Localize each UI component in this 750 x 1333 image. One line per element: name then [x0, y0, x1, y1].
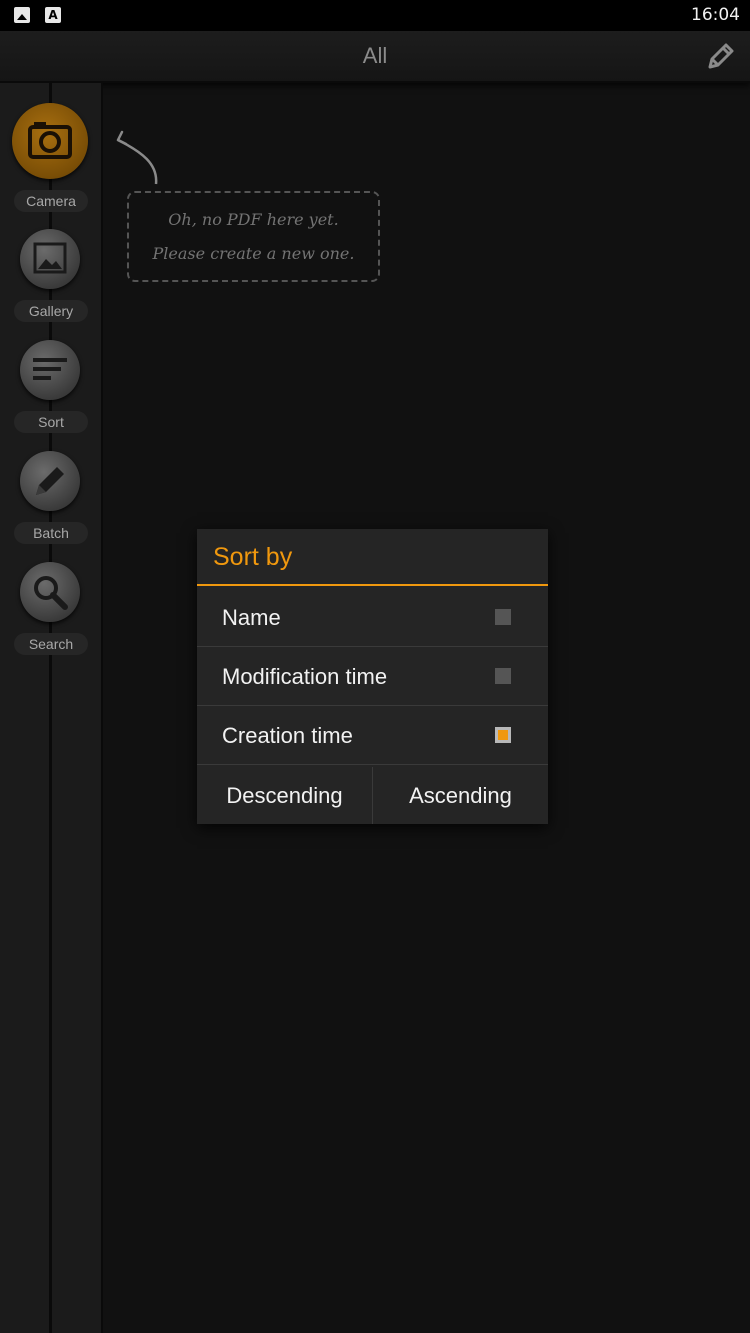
radio-indicator-checked[interactable]	[495, 727, 511, 743]
top-bar: All	[0, 31, 750, 83]
empty-state-message: Oh, no PDF here yet. Please create a new…	[127, 191, 380, 282]
font-notification-icon	[45, 7, 61, 23]
sidebar-item-search[interactable]: Search	[0, 562, 101, 667]
empty-state-line-2: Please create a new one.	[152, 244, 355, 263]
radio-indicator[interactable]	[495, 609, 511, 625]
image-icon	[33, 242, 67, 274]
sidebar-item-camera[interactable]: Camera	[0, 103, 101, 212]
sort-option-label: Modification time	[222, 664, 388, 689]
gallery-notification-icon	[14, 7, 30, 23]
pencil-icon	[36, 467, 64, 495]
sort-lines-icon	[33, 358, 67, 380]
sidebar-item-label: Sort	[14, 411, 88, 433]
sort-button[interactable]	[20, 340, 80, 400]
edit-pencil-icon[interactable]	[704, 39, 738, 73]
sidebar-item-sort[interactable]: Sort	[0, 340, 101, 445]
sidebar-item-label: Search	[14, 633, 88, 655]
sidebar-item-label: Camera	[14, 190, 88, 212]
curved-arrow-icon	[116, 130, 158, 185]
camera-button[interactable]	[12, 103, 88, 179]
sidebar-item-batch[interactable]: Batch	[0, 451, 101, 556]
descending-button[interactable]: Descending	[197, 767, 372, 824]
sort-option-label: Creation time	[222, 723, 353, 748]
screen: 16:04 All Camera	[0, 0, 750, 1333]
sort-option-modification-time[interactable]: Modification time	[197, 647, 548, 706]
gallery-button[interactable]	[20, 229, 80, 289]
sort-option-label: Name	[222, 605, 281, 630]
sidebar-item-gallery[interactable]: Gallery	[0, 229, 101, 334]
sort-option-name[interactable]: Name	[197, 588, 548, 647]
sidebar: Camera Gallery Sort Batch Search	[0, 83, 103, 1333]
camera-icon	[28, 122, 72, 159]
ascending-button[interactable]: Ascending	[373, 767, 548, 824]
batch-button[interactable]	[20, 451, 80, 511]
empty-state-line-1: Oh, no PDF here yet.	[168, 210, 339, 229]
status-bar: 16:04	[0, 0, 750, 31]
sort-dialog: Sort by Name Modification time Creation …	[197, 529, 548, 824]
dialog-title: Sort by	[197, 529, 548, 586]
magnifier-icon	[34, 576, 68, 610]
sidebar-item-label: Gallery	[14, 300, 88, 322]
sort-order-buttons: Descending Ascending	[197, 767, 548, 824]
status-time: 16:04	[691, 5, 740, 25]
search-button[interactable]	[20, 562, 80, 622]
radio-indicator[interactable]	[495, 668, 511, 684]
sort-option-creation-time[interactable]: Creation time	[197, 706, 548, 765]
page-title: All	[362, 43, 388, 68]
sidebar-item-label: Batch	[14, 522, 88, 544]
